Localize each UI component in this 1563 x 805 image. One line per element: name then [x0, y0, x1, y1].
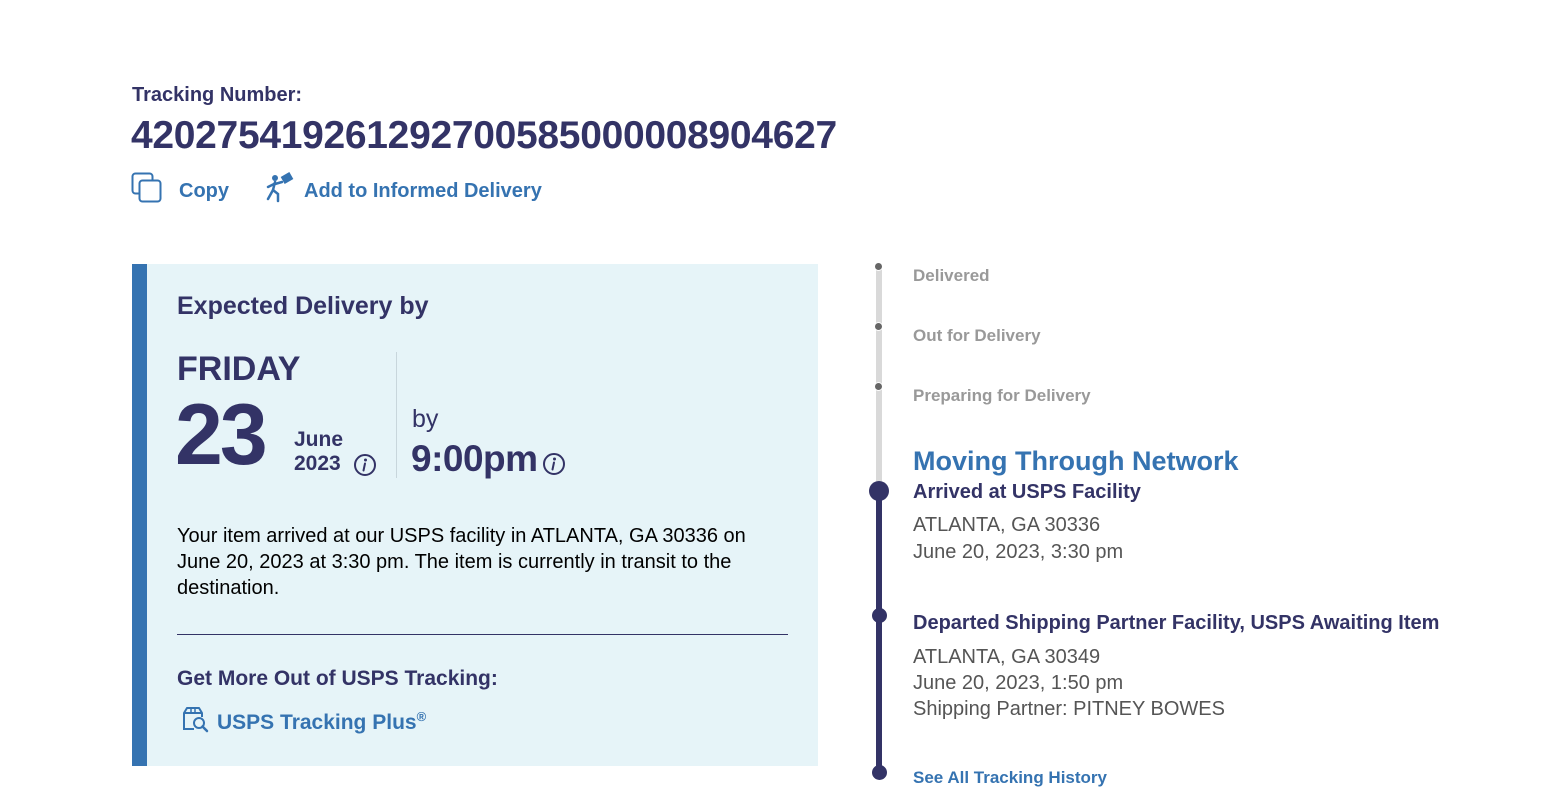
event-shipping-partner: Shipping Partner: PITNEY BOWES — [913, 698, 1225, 720]
timeline-current-dot — [869, 481, 889, 501]
more-tracking-title: Get More Out of USPS Tracking: — [177, 667, 498, 690]
date-time-divider — [396, 352, 397, 478]
delivery-year: 2023 — [294, 452, 341, 475]
step-out-for-delivery: Out for Delivery — [913, 326, 1041, 345]
info-icon[interactable] — [353, 453, 377, 477]
copy-button[interactable]: Copy — [131, 172, 229, 210]
info-icon[interactable] — [542, 452, 566, 476]
timeline-step-dot — [874, 322, 883, 331]
delivery-time: 9:00pm — [411, 438, 538, 479]
tracking-plus-link[interactable]: USPS Tracking Plus® — [181, 705, 426, 739]
event-datetime: June 20, 2023, 3:30 pm — [913, 541, 1124, 563]
by-label: by — [412, 405, 439, 433]
timeline-end-dot — [872, 765, 887, 780]
delivery-description: Your item arrived at our USPS facility i… — [177, 525, 746, 599]
timeline-step-dot — [874, 262, 883, 271]
tracking-number-label: Tracking Number: — [132, 84, 303, 106]
panel-divider — [177, 634, 788, 635]
current-status: Moving Through Network — [913, 446, 1239, 476]
tracking-number: 420275419261292700585000008904627 — [131, 114, 837, 157]
event-location: ATLANTA, GA 30336 — [913, 514, 1101, 536]
event-title: Departed Shipping Partner Facility, USPS… — [913, 612, 1440, 634]
add-to-informed-delivery-link[interactable]: Add to Informed Delivery — [264, 172, 542, 210]
timeline-step-dot — [874, 382, 883, 391]
delivery-day-number: 23 — [175, 387, 268, 483]
informed-delivery-label: Add to Informed Delivery — [304, 179, 542, 202]
panel-accent-bar — [132, 264, 147, 766]
step-preparing-for-delivery: Preparing for Delivery — [913, 386, 1091, 405]
delivery-month: June — [294, 428, 344, 451]
expected-delivery-title: Expected Delivery by — [177, 292, 429, 320]
step-delivered: Delivered — [913, 266, 990, 285]
timeline-event-dot — [872, 608, 887, 623]
copy-icon — [131, 172, 163, 210]
copy-label: Copy — [179, 179, 229, 202]
package-search-icon — [181, 705, 209, 739]
see-all-tracking-history-link[interactable]: See All Tracking History — [913, 768, 1107, 788]
mail-carrier-icon — [264, 172, 296, 210]
tracking-plus-label: USPS Tracking Plus® — [217, 709, 427, 734]
delivery-day-name: FRIDAY — [177, 350, 301, 388]
event-title: Arrived at USPS Facility — [913, 481, 1141, 503]
event-datetime: June 20, 2023, 1:50 pm — [913, 672, 1124, 694]
timeline-future-track — [876, 266, 882, 484]
event-location: ATLANTA, GA 30349 — [913, 646, 1101, 668]
timeline-progress-track — [876, 490, 882, 772]
